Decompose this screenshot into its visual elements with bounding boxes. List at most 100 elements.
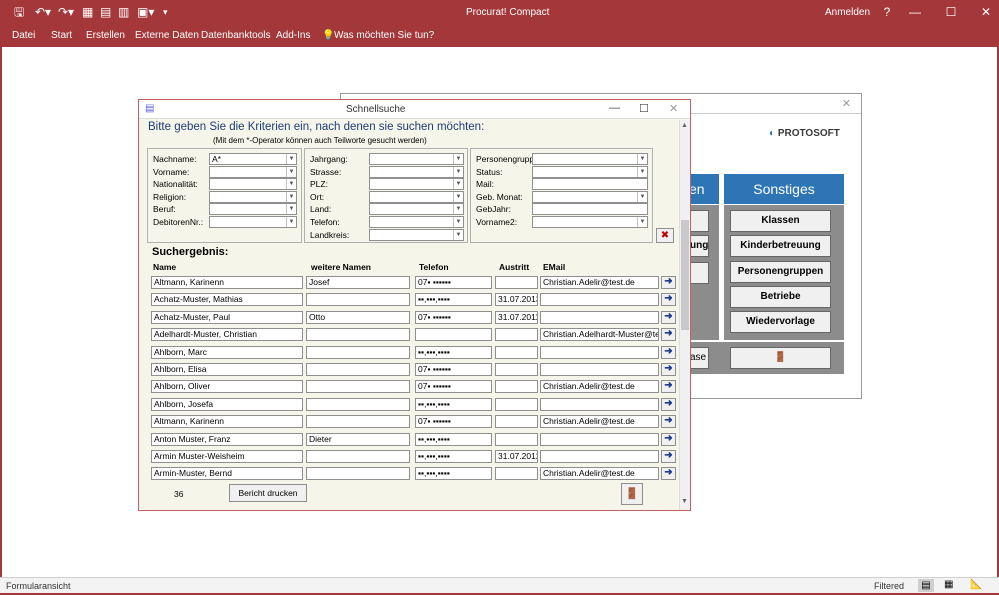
name-cell[interactable]: Altmann, Karinenn — [151, 276, 303, 289]
name-cell[interactable]: Achatz-Muster, Paul — [151, 310, 303, 324]
open-record-arrow-icon[interactable]: ➜ — [661, 397, 676, 411]
open-record-arrow-icon[interactable]: ➜ — [661, 363, 676, 376]
close-icon[interactable]: ✕ — [842, 97, 851, 110]
datasheet-view-icon[interactable]: ▦ — [944, 579, 953, 590]
maximize-icon[interactable]: ☐ — [639, 102, 649, 115]
open-record-arrow-icon[interactable]: ➜ — [661, 293, 676, 307]
dropdown-arrow-icon[interactable]: ▼ — [453, 229, 463, 240]
other-names-cell[interactable] — [306, 415, 410, 429]
exit-date-cell[interactable]: 31.07.2011 — [495, 310, 538, 324]
dropdown-arrow-icon[interactable]: ▼ — [453, 154, 463, 164]
name-cell[interactable]: Anton Muster, Franz — [151, 432, 303, 446]
dropdown-arrow-icon[interactable]: ▼ — [637, 217, 647, 227]
criteria-field[interactable] — [532, 178, 648, 191]
email-cell[interactable] — [540, 363, 659, 376]
criteria-field[interactable]: ▼ — [369, 203, 464, 216]
minimize-icon[interactable]: — — [609, 102, 620, 114]
other-names-cell[interactable] — [306, 397, 410, 411]
email-cell[interactable] — [540, 432, 659, 446]
clear-filter-button[interactable]: ✖ — [656, 228, 674, 243]
phone-cell[interactable]: 07▪ ▪▪▪▪▪▪ — [415, 415, 492, 429]
save-icon[interactable]: 🖫 — [14, 5, 24, 19]
email-cell[interactable] — [540, 293, 659, 307]
dropdown-arrow-icon[interactable]: ▼ — [453, 191, 463, 202]
exit-date-cell[interactable] — [495, 397, 538, 411]
left-button-3[interactable] — [689, 262, 709, 284]
scroll-down-icon[interactable]: ▼ — [681, 498, 688, 505]
criteria-field[interactable]: ▼ — [209, 203, 297, 216]
betriebe-button[interactable]: Betriebe — [730, 286, 831, 308]
name-cell[interactable]: Ahlborn, Elisa — [151, 363, 303, 376]
phone-cell[interactable]: ▪▪,▪▪▪,▪▪▪▪ — [415, 467, 492, 481]
vertical-scrollbar[interactable]: ▲ ▼ — [679, 120, 690, 510]
tab-erstellen[interactable]: Erstellen — [86, 30, 125, 41]
design-view-icon[interactable]: 📐 — [970, 579, 982, 590]
criteria-field[interactable]: ▼ — [209, 165, 297, 178]
kinderbetreuung-button[interactable]: Kinderbetreuung — [730, 235, 831, 257]
other-names-cell[interactable] — [306, 380, 410, 394]
open-record-arrow-icon[interactable]: ➜ — [661, 432, 676, 446]
name-cell[interactable]: Armin Muster-Weisheim — [151, 450, 303, 463]
dropdown-arrow-icon[interactable]: ▼ — [637, 154, 647, 164]
open-record-arrow-icon[interactable]: ➜ — [661, 415, 676, 429]
phone-cell[interactable]: 07▪ ▪▪▪▪▪▪ — [415, 310, 492, 324]
signin-link[interactable]: Anmelden — [825, 7, 870, 18]
phone-cell[interactable]: ▪▪,▪▪▪,▪▪▪▪ — [415, 432, 492, 446]
minimize-button[interactable]: — — [905, 5, 925, 19]
email-cell[interactable] — [540, 345, 659, 359]
email-cell[interactable]: Christian.Adelhardt-Muster@tes — [540, 328, 659, 342]
criteria-field[interactable]: ▼ — [369, 178, 464, 191]
form-icon[interactable]: ▤ — [100, 5, 111, 19]
phone-cell[interactable] — [415, 328, 492, 342]
left-button-1[interactable] — [689, 210, 709, 232]
criteria-field[interactable]: ▼ — [532, 216, 648, 228]
dropdown-arrow-icon[interactable]: ▼ — [286, 217, 296, 227]
phone-cell[interactable]: 07▪ ▪▪▪▪▪▪ — [415, 363, 492, 376]
exit-date-cell[interactable] — [495, 276, 538, 289]
calendar-icon[interactable]: ▦ — [82, 5, 93, 19]
layout-icon[interactable]: ▣▾ — [137, 5, 154, 19]
name-cell[interactable]: Altmann, Karinenn — [151, 415, 303, 429]
dropdown-arrow-icon[interactable]: ▼ — [286, 154, 296, 164]
other-names-cell[interactable] — [306, 328, 410, 342]
dropdown-arrow-icon[interactable]: ▼ — [453, 166, 463, 177]
tell-me-box[interactable]: Was möchten Sie tun? — [334, 30, 434, 41]
exit-date-cell[interactable] — [495, 415, 538, 429]
email-cell[interactable]: Christian.Adelir@test.de — [540, 380, 659, 394]
criteria-field[interactable]: ▼ — [369, 190, 464, 203]
left-button-2[interactable]: ung — [689, 235, 709, 257]
open-record-arrow-icon[interactable]: ➜ — [661, 380, 676, 394]
criteria-field[interactable]: ▼ — [532, 153, 648, 165]
tab-externe-daten[interactable]: Externe Daten — [135, 30, 199, 41]
exit-button[interactable]: 🚪 — [730, 347, 831, 369]
form-view-icon[interactable]: ▤ — [918, 579, 934, 592]
exit-date-cell[interactable] — [495, 380, 538, 394]
phone-cell[interactable]: ▪▪,▪▪▪,▪▪▪▪ — [415, 450, 492, 463]
customize-qat-icon[interactable]: ▾ — [163, 5, 168, 19]
other-names-cell[interactable] — [306, 345, 410, 359]
criteria-field[interactable]: ▼ — [369, 153, 464, 165]
other-names-cell[interactable]: Josef — [306, 276, 410, 289]
criteria-field[interactable]: ▼ — [369, 216, 464, 228]
open-record-arrow-icon[interactable]: ➜ — [661, 328, 676, 342]
dropdown-arrow-icon[interactable]: ▼ — [637, 166, 647, 177]
tab-start[interactable]: Start — [51, 30, 72, 41]
redo-icon[interactable]: ↷▾ — [58, 5, 74, 19]
criteria-field[interactable]: A* ▼ — [209, 153, 297, 165]
close-dialog-button[interactable]: 🚪 — [621, 483, 643, 505]
phone-cell[interactable]: ▪▪,▪▪▪,▪▪▪▪ — [415, 397, 492, 411]
exit-date-cell[interactable] — [495, 363, 538, 376]
other-names-cell[interactable]: Otto — [306, 310, 410, 324]
help-button[interactable]: ? — [877, 5, 897, 19]
open-record-arrow-icon[interactable]: ➜ — [661, 310, 676, 324]
scroll-up-icon[interactable]: ▲ — [681, 122, 688, 129]
tab-add-ins[interactable]: Add-Ins — [276, 30, 310, 41]
dropdown-arrow-icon[interactable]: ▼ — [453, 204, 463, 215]
dropdown-arrow-icon[interactable]: ▼ — [286, 179, 296, 190]
exit-date-cell[interactable] — [495, 345, 538, 359]
criteria-field[interactable]: ▼ — [369, 228, 464, 241]
other-names-cell[interactable] — [306, 363, 410, 376]
phone-cell[interactable]: ▪▪,▪▪▪,▪▪▪▪ — [415, 293, 492, 307]
email-cell[interactable]: Christian.Adelir@test.de — [540, 467, 659, 481]
exit-date-cell[interactable]: 31.07.2013 — [495, 293, 538, 307]
